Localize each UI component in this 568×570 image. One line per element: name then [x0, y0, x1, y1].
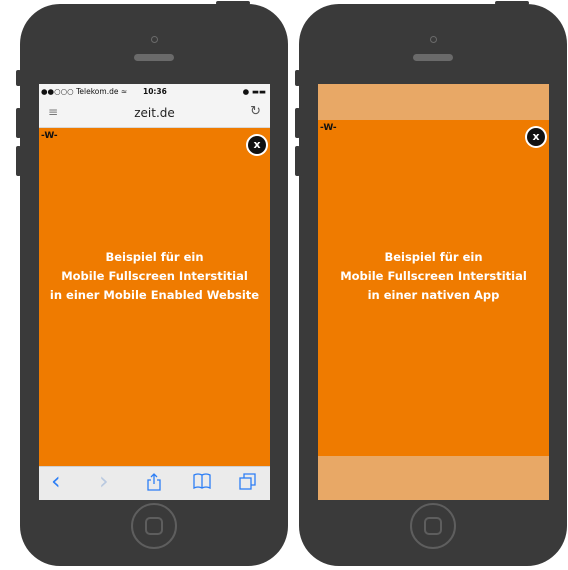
earpiece-speaker	[134, 54, 174, 61]
safari-toolbar: ‹ ›	[39, 466, 270, 500]
advertiser-logo: -W-	[320, 123, 337, 133]
mute-switch	[16, 70, 21, 86]
app-bottom-bar	[318, 456, 549, 500]
browser-url-bar: ≡ zeit.de ↻	[39, 98, 270, 128]
share-icon[interactable]	[147, 473, 161, 491]
back-arrow-icon[interactable]: ‹	[51, 467, 61, 495]
volume-down-button	[16, 146, 21, 176]
carrier-signal: ●●○○○ Telekom.de ≈	[41, 87, 128, 96]
close-ad-button[interactable]: x	[527, 128, 545, 146]
power-button	[216, 1, 250, 5]
screen-right: -W- x Beispiel für ein Mobile Fullscreen…	[318, 84, 549, 500]
ad-line-3: in einer Mobile Enabled Website	[49, 288, 260, 302]
phone-mockup-left: ●●○○○ Telekom.de ≈ 10:36 ● ▬▬ ≡ zeit.de …	[16, 1, 288, 566]
app-top-bar	[318, 84, 549, 120]
battery-icon: ● ▬▬	[242, 87, 266, 96]
url-field[interactable]: zeit.de	[39, 106, 270, 120]
power-button	[495, 1, 529, 5]
interstitial-ad[interactable]: -W- x Beispiel für ein Mobile Fullscreen…	[318, 120, 549, 456]
earpiece-speaker	[413, 54, 453, 61]
bookmarks-icon[interactable]	[193, 473, 211, 490]
screen-left: ●●○○○ Telekom.de ≈ 10:36 ● ▬▬ ≡ zeit.de …	[39, 84, 270, 500]
close-ad-button[interactable]: x	[248, 136, 266, 154]
forward-arrow-icon[interactable]: ›	[99, 467, 109, 495]
front-camera	[151, 36, 158, 43]
status-bar: ●●○○○ Telekom.de ≈ 10:36 ● ▬▬	[39, 84, 270, 98]
ad-line-1: Beispiel für ein	[384, 250, 483, 264]
ad-line-3: in einer nativen App	[367, 288, 500, 302]
ad-line-1: Beispiel für ein	[105, 250, 204, 264]
tabs-icon[interactable]	[239, 473, 257, 490]
ad-message: Beispiel für ein Mobile Fullscreen Inter…	[39, 248, 270, 305]
home-button	[131, 503, 177, 549]
mute-switch	[295, 70, 300, 86]
reload-icon[interactable]: ↻	[250, 104, 261, 119]
home-button	[410, 503, 456, 549]
volume-up-button	[295, 108, 300, 138]
phone-mockup-right: -W- x Beispiel für ein Mobile Fullscreen…	[295, 1, 567, 566]
interstitial-ad[interactable]: -W- x Beispiel für ein Mobile Fullscreen…	[39, 128, 270, 466]
ad-line-2: Mobile Fullscreen Interstitial	[61, 269, 248, 283]
volume-up-button	[16, 108, 21, 138]
ad-line-2: Mobile Fullscreen Interstitial	[340, 269, 527, 283]
volume-down-button	[295, 146, 300, 176]
ad-message: Beispiel für ein Mobile Fullscreen Inter…	[318, 248, 549, 305]
front-camera	[430, 36, 437, 43]
advertiser-logo: -W-	[41, 131, 58, 141]
status-time: 10:36	[143, 87, 167, 96]
